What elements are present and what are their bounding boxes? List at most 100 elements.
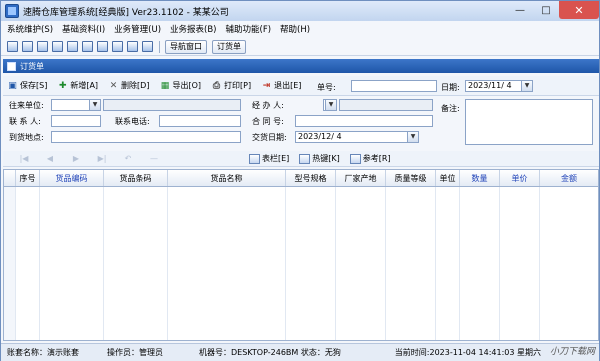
document-icon[interactable] xyxy=(7,41,18,52)
undo-icon[interactable]: ↶ xyxy=(123,154,133,164)
columns-button[interactable]: 表栏[E] xyxy=(249,153,289,164)
status-time: 当前时间:2023-11-04 14:41:03 星期六 xyxy=(394,348,541,357)
keyboard-icon xyxy=(299,153,311,164)
reference-button[interactable]: 参考[R] xyxy=(349,153,391,164)
menu-basic-data[interactable]: 基础资料(I) xyxy=(62,23,105,35)
menu-help[interactable]: 帮助(H) xyxy=(280,23,310,35)
row-indicator xyxy=(4,170,16,186)
col-header[interactable]: 单位 xyxy=(436,170,460,186)
save-icon: ▣ xyxy=(8,80,17,91)
app-icon xyxy=(5,4,19,18)
remark-label: 备注: xyxy=(441,104,460,113)
main-toolbar: 导航窗口 订货单 xyxy=(1,38,599,56)
title-bar: 速腾仓库管理系统[经典版] Ver23.1102 - 某某公司 — □ ✕ xyxy=(1,1,599,21)
maximize-button[interactable]: □ xyxy=(533,1,559,19)
plus-icon: ✚ xyxy=(59,80,67,91)
grid-icon[interactable] xyxy=(22,41,33,52)
handler-label: 经 办 人: xyxy=(252,101,284,110)
date-label: 日期: xyxy=(441,83,460,92)
prev-record-icon[interactable]: ◀ xyxy=(45,154,55,164)
col-header[interactable]: 货品编码 xyxy=(40,170,104,186)
report-icon[interactable] xyxy=(67,41,78,52)
chevron-down-icon[interactable]: ▼ xyxy=(521,81,532,91)
table-icon[interactable] xyxy=(82,41,93,52)
table-icon xyxy=(249,153,260,164)
watermark: 小刀下载网 xyxy=(549,347,595,357)
delivery-date-picker[interactable]: 2023/12/ 4 ▼ xyxy=(295,131,419,143)
save-icon[interactable] xyxy=(97,41,108,52)
contact-input[interactable] xyxy=(51,115,101,127)
contact-label: 联 系 人: xyxy=(9,117,41,126)
delivery-date-value: 2023/12/ 4 xyxy=(298,132,342,141)
menu-system[interactable]: 系统维护(S) xyxy=(7,23,53,35)
col-header[interactable]: 货品名称 xyxy=(168,170,286,186)
phone-label: 联系电话: xyxy=(115,117,150,126)
order-form: 往来单位: ▼ 联 系 人: 联系电话: 到货地点: 经 办 人: ▼ 合 同 … xyxy=(3,97,599,149)
order-no-input[interactable] xyxy=(351,80,437,92)
exit-icon[interactable] xyxy=(142,41,153,52)
col-header[interactable]: 质量等级 xyxy=(386,170,436,186)
address-input[interactable] xyxy=(51,131,241,143)
date-picker[interactable]: 2023/11/ 4 ▼ xyxy=(465,80,533,92)
delivery-date-label: 交货日期: xyxy=(252,133,287,142)
col-header[interactable]: 金额 xyxy=(540,170,598,186)
menu-tools[interactable]: 辅助功能(F) xyxy=(226,23,272,35)
delete-icon: ✕ xyxy=(109,80,118,91)
chevron-down-icon[interactable]: ▼ xyxy=(325,100,336,110)
col-header[interactable]: 型号规格 xyxy=(286,170,336,186)
detail-grid[interactable]: 序号 货品编码 货品条码 货品名称 型号规格 厂家产地 质量等级 单位 数量 单… xyxy=(3,169,599,341)
last-record-icon[interactable]: ▶| xyxy=(97,154,107,164)
order-tab-button[interactable]: 订货单 xyxy=(212,39,246,54)
print-button[interactable]: ⎙ 打印[P] xyxy=(211,80,251,91)
hotkey-button[interactable]: 热键[K] xyxy=(299,153,340,164)
print-icon[interactable] xyxy=(112,41,123,52)
col-header[interactable]: 数量 xyxy=(460,170,500,186)
calc-icon[interactable] xyxy=(127,41,138,52)
exit-button[interactable]: ⇥ 退出[E] xyxy=(261,80,302,91)
handler-name-field xyxy=(339,99,433,111)
detail-toolbar: |◀ ◀ ▶ ▶| ↶ — 表栏[E] 热键[K] 参考[R] xyxy=(3,151,599,167)
contract-input[interactable] xyxy=(295,115,433,127)
menu-reports[interactable]: 业务报表(B) xyxy=(170,23,216,35)
chevron-down-icon[interactable]: ▼ xyxy=(89,100,100,110)
partner-combo[interactable]: ▼ xyxy=(51,99,101,111)
print-icon: ⎙ xyxy=(212,80,221,91)
tab-label: 订货单 xyxy=(20,61,44,71)
next-record-icon[interactable]: ▶ xyxy=(71,154,81,164)
contract-label: 合 同 号: xyxy=(252,117,284,126)
phone-input[interactable] xyxy=(159,115,241,127)
chevron-down-icon[interactable]: ▼ xyxy=(407,132,418,142)
window-title: 速腾仓库管理系统[经典版] Ver23.1102 - 某某公司 xyxy=(23,7,229,18)
close-button[interactable]: ✕ xyxy=(559,1,599,19)
grid-body[interactable] xyxy=(4,187,598,340)
add-button[interactable]: ✚ 新增[A] xyxy=(57,80,98,91)
save-button[interactable]: ▣ 保存[S] xyxy=(7,80,47,91)
partner-label: 往来单位: xyxy=(9,101,44,110)
minimize-button[interactable]: — xyxy=(507,1,533,19)
col-header[interactable]: 单价 xyxy=(500,170,540,186)
order-no-label: 单号: xyxy=(317,83,336,92)
status-machine: 机器号：DESKTOP-246BM 状态：无狗 xyxy=(199,348,341,357)
document-icon xyxy=(7,61,16,71)
excel-icon: ▦ xyxy=(160,80,170,91)
status-bar: 账套名称：演示账套 操作员：管理员 机器号：DESKTOP-246BM 状态：无… xyxy=(1,343,599,361)
remark-textarea[interactable] xyxy=(465,99,593,145)
handler-combo[interactable]: ▼ xyxy=(323,99,337,111)
menu-business[interactable]: 业务管理(U) xyxy=(114,23,161,35)
box-icon[interactable] xyxy=(52,41,63,52)
col-header[interactable]: 序号 xyxy=(16,170,40,186)
col-header[interactable]: 货品条码 xyxy=(104,170,168,186)
list-icon[interactable] xyxy=(37,41,48,52)
status-account: 账套名称：演示账套 xyxy=(7,348,79,357)
export-button[interactable]: ▦ 导出[O] xyxy=(159,80,201,91)
grid-header: 序号 货品编码 货品条码 货品名称 型号规格 厂家产地 质量等级 单位 数量 单… xyxy=(4,170,598,187)
status-operator: 操作员：管理员 xyxy=(107,348,163,357)
window-controls: — □ ✕ xyxy=(507,1,599,21)
delete-button[interactable]: ✕ 删除[D] xyxy=(108,80,150,91)
nav-window-button[interactable]: 导航窗口 xyxy=(165,39,207,54)
minus-icon[interactable]: — xyxy=(149,154,159,164)
first-record-icon[interactable]: |◀ xyxy=(19,154,29,164)
document-tab[interactable]: 订货单 xyxy=(3,59,599,73)
col-header[interactable]: 厂家产地 xyxy=(336,170,386,186)
app-window: 速腾仓库管理系统[经典版] Ver23.1102 - 某某公司 — □ ✕ 系统… xyxy=(0,0,600,361)
